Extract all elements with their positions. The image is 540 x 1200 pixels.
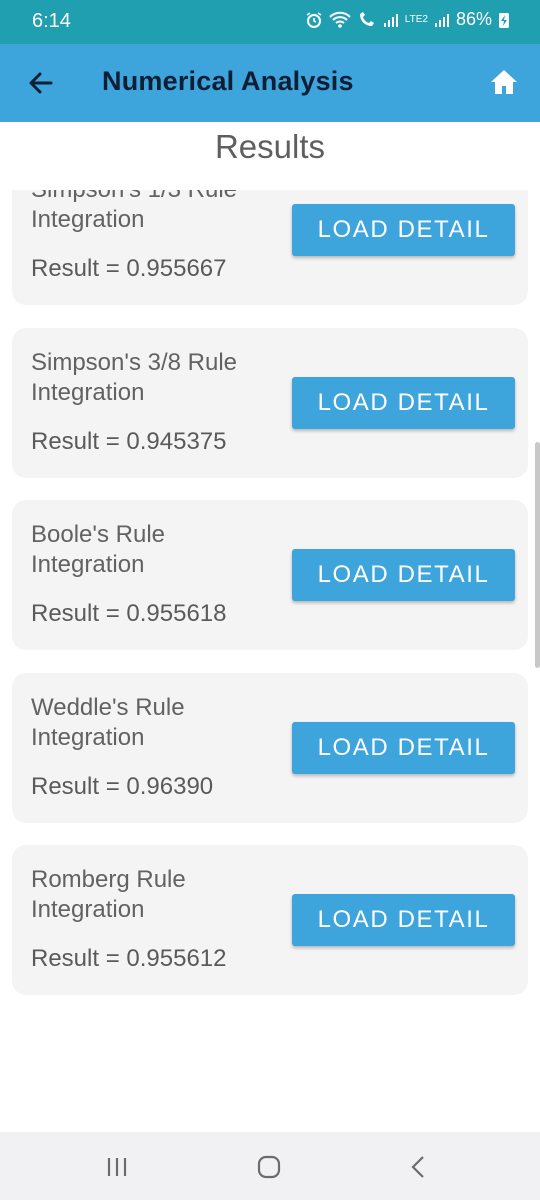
- result-card-boole: Boole's Rule Integration Result = 0.9556…: [12, 500, 528, 650]
- method-name: Weddle's Rule Integration: [31, 694, 185, 751]
- signal-icon-2: [434, 12, 450, 28]
- result-card-simpson-3-8: Simpson's 3/8 Rule Integration Result = …: [12, 328, 528, 478]
- results-title: Results: [214, 128, 326, 165]
- load-detail-button[interactable]: LOAD DETAIL: [292, 894, 515, 946]
- recents-icon[interactable]: [100, 1150, 134, 1184]
- method-name: Boole's Rule Integration: [31, 521, 165, 578]
- result-card-simpson-1-3: Simpson's 1/3 Rule Integration Result = …: [12, 190, 528, 305]
- home-icon[interactable]: [488, 66, 520, 98]
- battery-level: 86%: [455, 9, 492, 29]
- result-card-weddle: Weddle's Rule Integration Result = 0.963…: [12, 673, 528, 823]
- status-icons: LTE2 86%: [305, 9, 510, 30]
- result-card-romberg: Romberg Rule Integration Result = 0.9556…: [12, 845, 528, 995]
- method-result: Result = 0.955667: [31, 255, 227, 282]
- load-detail-button[interactable]: LOAD DETAIL: [292, 377, 515, 429]
- alarm-icon: [305, 11, 323, 29]
- load-detail-button[interactable]: LOAD DETAIL: [292, 204, 515, 256]
- app-bar: Numerical Analysis: [0, 44, 540, 122]
- load-detail-button[interactable]: LOAD DETAIL: [292, 722, 515, 774]
- wifi-icon: [329, 11, 351, 29]
- scrollbar-thumb[interactable]: [535, 442, 540, 668]
- app-title: Numerical Analysis: [102, 66, 354, 96]
- signal-icon: [383, 12, 399, 28]
- arrow-left-icon[interactable]: [24, 66, 58, 100]
- method-result: Result = 0.945375: [31, 428, 227, 455]
- method-result: Result = 0.96390: [31, 773, 214, 800]
- method-name: Romberg Rule Integration: [31, 866, 186, 923]
- method-result: Result = 0.955612: [31, 945, 227, 972]
- load-detail-button[interactable]: LOAD DETAIL: [292, 549, 515, 601]
- status-bar: 6:14 LTE2 86%: [0, 0, 540, 44]
- method-result: Result = 0.955618: [31, 600, 227, 627]
- home-circle-icon[interactable]: [252, 1150, 286, 1184]
- call-icon: [357, 11, 377, 29]
- chevron-left-icon[interactable]: [402, 1150, 436, 1184]
- results-list[interactable]: Simpson's 1/3 Rule Integration Result = …: [0, 190, 540, 1132]
- method-name: Simpson's 3/8 Rule Integration: [31, 349, 238, 406]
- system-nav-bar: [0, 1132, 540, 1200]
- status-time: 6:14: [32, 10, 71, 32]
- battery-charging-icon: [498, 11, 510, 29]
- lte-label: LTE2: [404, 13, 428, 25]
- method-name: Simpson's 1/3 Rule Integration: [31, 190, 237, 233]
